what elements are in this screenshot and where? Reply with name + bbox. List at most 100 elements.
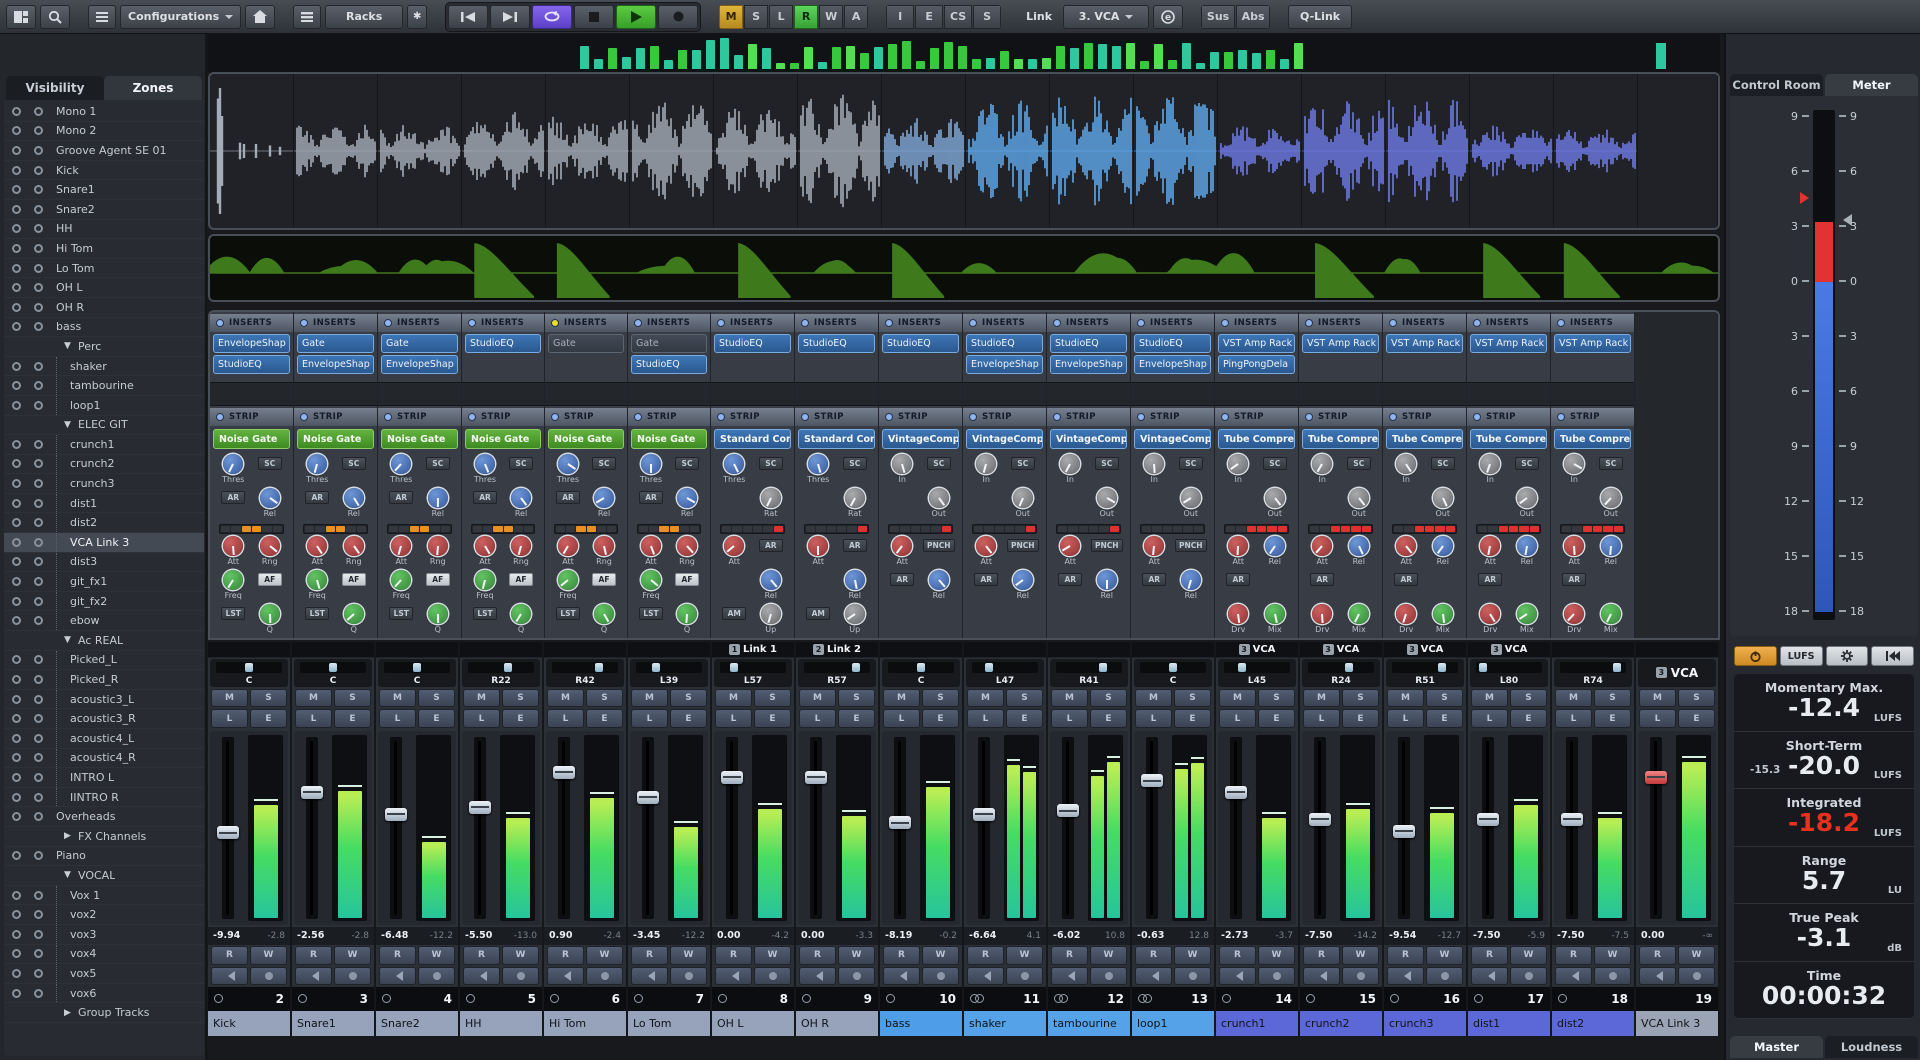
right-zone-toggle[interactable] [34,655,43,664]
sidebar-item-snare1[interactable]: Snare1 [4,180,204,200]
pan-control[interactable]: 3VCA [1638,659,1716,687]
sc-button[interactable]: SC [258,457,282,470]
inserts-state-led[interactable] [717,319,725,327]
read-automation-button[interactable]: R [967,946,1004,965]
left-zone-toggle[interactable] [12,655,21,664]
bottom-tab-master[interactable]: Master [1730,1036,1823,1058]
left-zone-toggle[interactable] [12,322,21,331]
listen-button[interactable]: L [379,709,416,728]
sidebar-item-acoustic3-l[interactable]: acoustic3_L [4,690,204,710]
racks-dropdown[interactable]: Racks [325,5,403,29]
rng-knob[interactable] [428,536,448,556]
automation-a-button[interactable]: A [844,5,868,29]
att-knob[interactable] [475,536,495,556]
att-knob[interactable] [1144,536,1164,556]
sidebar-item-picked-r[interactable]: Picked_R [4,670,204,690]
record-enable-button[interactable] [1594,967,1631,986]
write-automation-button[interactable]: W [1258,946,1295,965]
fader-cap[interactable] [301,786,323,799]
pan-control[interactable]: C [882,659,960,687]
strip-state-led[interactable] [1305,413,1313,421]
mute-button[interactable]: M [463,689,500,708]
q-knob[interactable] [511,604,531,624]
insert-slot[interactable]: StudioEQ [631,355,707,374]
monitor-button[interactable] [547,967,584,986]
inserts-state-led[interactable] [801,319,809,327]
monitor-button[interactable] [631,967,668,986]
listen-button[interactable]: L [463,709,500,728]
channel-name[interactable]: tambourine [1048,1010,1130,1036]
sc-button[interactable]: SC [1347,457,1371,470]
fader-cap[interactable] [1645,771,1667,784]
pan-track[interactable] [804,662,870,673]
read-automation-button[interactable]: R [631,946,668,965]
out-knob[interactable] [1517,488,1537,508]
rel-knob[interactable] [594,488,614,508]
right-zone-toggle[interactable] [34,949,43,958]
rel-knob[interactable] [845,570,865,590]
insert-slot[interactable]: VST Amp Rack [1386,334,1463,353]
record-enable-button[interactable] [1090,967,1127,986]
folder-open-icon[interactable]: ▼ [64,870,78,880]
fader-cap[interactable] [469,801,491,814]
stop-button[interactable] [574,5,614,29]
strip-plugin-button[interactable]: Tube Compre [1302,429,1379,449]
record-enable-button[interactable] [838,967,875,986]
right-zone-toggle[interactable] [34,146,43,155]
rat-knob[interactable] [761,488,781,508]
edit-button[interactable]: E [1678,709,1715,728]
left-zone-toggle[interactable] [12,107,21,116]
insert-slot[interactable]: StudioEQ [882,334,959,353]
read-automation-button[interactable]: R [883,946,920,965]
mute-button[interactable]: M [715,689,752,708]
right-zone-toggle[interactable] [34,597,43,606]
insert-slot[interactable]: EnvelopeShap [213,334,290,353]
q-knob[interactable] [344,604,364,624]
channel-name[interactable]: shaker [964,1010,1046,1036]
edit-button[interactable]: E [1174,709,1211,728]
strip-plugin-button[interactable]: VintageCompr [966,429,1043,449]
out-knob[interactable] [1097,488,1117,508]
qlink-button[interactable]: Q-Link [1288,5,1352,29]
in-knob[interactable] [976,454,996,474]
left-zone-toggle[interactable] [12,205,21,214]
right-zone-toggle[interactable] [34,283,43,292]
sc-button[interactable]: SC [1095,457,1119,470]
fader-track[interactable] [642,737,654,919]
in-knob[interactable] [1480,454,1500,474]
solo-button[interactable]: S [502,689,539,708]
left-zone-toggle[interactable] [12,303,21,312]
mute-button[interactable]: M [631,689,668,708]
pnch-button[interactable]: PNCH [923,539,955,552]
right-zone-toggle[interactable] [34,557,43,566]
fader-cap[interactable] [1477,813,1499,826]
lst-button[interactable]: LST [389,607,413,620]
rel-knob[interactable] [1181,570,1201,590]
mute-button[interactable]: M [1303,689,1340,708]
pan-handle[interactable] [1238,663,1246,672]
edit-button[interactable]: E [838,709,875,728]
left-zone-toggle[interactable] [12,969,21,978]
up-knob[interactable] [845,604,865,624]
sidebar-item-loop1[interactable]: loop1 [4,396,204,416]
solo-button[interactable]: S [1678,689,1715,708]
inserts-state-led[interactable] [216,319,224,327]
right-zone-toggle[interactable] [34,675,43,684]
write-automation-button[interactable]: W [1174,946,1211,965]
record-enable-button[interactable] [1678,967,1715,986]
insert-slot[interactable]: StudioEQ [1050,334,1127,353]
read-automation-button[interactable]: R [295,946,332,965]
insert-slot[interactable]: StudioEQ [714,334,791,353]
att-knob[interactable] [1228,536,1248,556]
left-zone-toggle[interactable] [12,381,21,390]
strip-state-led[interactable] [1053,413,1061,421]
sidebar-item-vox3[interactable]: vox3 [4,925,204,945]
ar-button[interactable]: AR [639,491,663,504]
automation-m-button[interactable]: M [719,5,743,29]
fader-cap[interactable] [1393,825,1415,838]
fader-cap[interactable] [1057,804,1079,817]
pan-control[interactable]: R74 [1554,659,1632,687]
listen-button[interactable]: L [799,709,836,728]
channel-name[interactable]: dist1 [1468,1010,1550,1036]
att-knob[interactable] [1396,536,1416,556]
